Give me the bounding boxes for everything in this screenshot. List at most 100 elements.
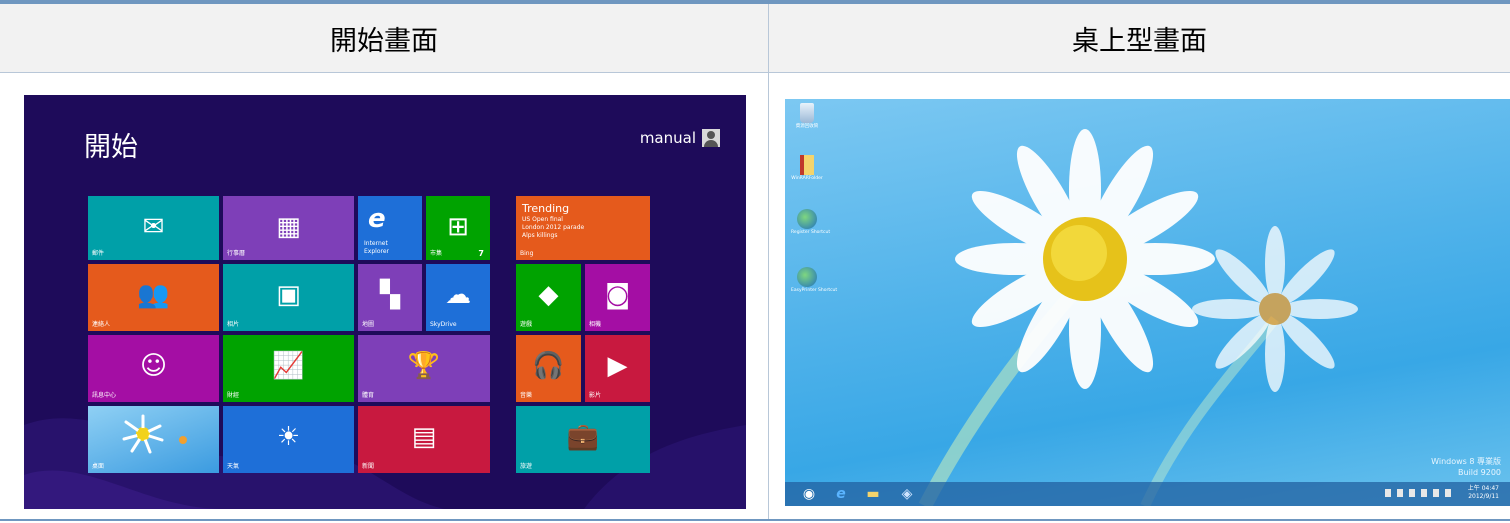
internet-explorer-icon[interactable]: e	[831, 485, 851, 503]
store-icon: ⊞	[447, 212, 469, 242]
video-play-icon: ▶	[607, 351, 628, 381]
tile-label: 桌面	[92, 463, 105, 470]
tile-photos[interactable]: ▣ 相片	[223, 264, 354, 331]
trending-line: Alps killings	[522, 232, 558, 239]
file-explorer-icon[interactable]: ▬	[863, 485, 883, 503]
watermark-build: Build 9200	[1458, 468, 1501, 477]
tile-label: Bing	[520, 250, 534, 257]
sun-icon: ☀	[276, 422, 301, 452]
tile-finance[interactable]: 📈 財經	[223, 335, 354, 402]
clock-time: 上午 04:47	[1467, 485, 1499, 492]
tile-sports[interactable]: 🏆 體育	[358, 335, 490, 402]
tile-label: 市集	[430, 250, 443, 257]
desktop-icon-recycle-bin[interactable]: 資源回收筒	[791, 103, 823, 129]
tile-label: 連絡人	[92, 321, 111, 328]
desktop-icon-label: Register Shortcut	[791, 230, 831, 235]
tile-music[interactable]: 🎧 音樂	[516, 335, 581, 402]
tile-desktop[interactable]: 桌面	[88, 406, 219, 473]
tile-label: 天氣	[227, 463, 240, 470]
tile-mail[interactable]: ✉ 郵件	[88, 196, 219, 260]
trending-line: London 2012 parade	[522, 224, 585, 231]
comparison-table: 開始畫面 桌上型畫面 開始 manual ✉ 郵件 ▦ 行事曆 e Intern…	[0, 0, 1510, 523]
app-icon[interactable]: ◈	[897, 485, 917, 503]
cloud-icon: ☁	[445, 280, 471, 310]
column-divider	[768, 4, 769, 519]
desktop-icon-winrar-folder[interactable]: WinRARFolder	[791, 155, 823, 181]
start-orb-icon[interactable]: ◉	[799, 485, 819, 503]
maps-icon: ▚	[380, 280, 400, 310]
tile-label: 訊息中心	[92, 392, 117, 399]
tile-label: 相機	[589, 321, 602, 328]
tile-maps[interactable]: ▚ 地圖	[358, 264, 422, 331]
desktop-icon-easyprinter-shortcut[interactable]: EasyPrinter Shortcut	[791, 267, 838, 293]
table-bottom-rule	[0, 519, 1510, 521]
tile-games[interactable]: ◆ 遊戲	[516, 264, 581, 331]
tile-label: 地圖	[362, 321, 375, 328]
headphones-icon: 🎧	[532, 351, 565, 381]
tile-store[interactable]: ⊞ 市集 7	[426, 196, 490, 260]
tile-travel[interactable]: 💼 旅遊	[516, 406, 650, 473]
desktop-icon-label: WinRARFolder	[791, 176, 823, 181]
suitcase-icon: 💼	[566, 422, 600, 452]
user-account[interactable]: manual	[640, 129, 720, 147]
tile-camera[interactable]: ◙ 相機	[585, 264, 650, 331]
header-start-screen: 開始畫面	[0, 4, 768, 72]
tile-skydrive[interactable]: ☁ SkyDrive	[426, 264, 490, 331]
recycle-bin-icon	[800, 103, 814, 123]
people-icon: 👥	[137, 280, 170, 310]
trending-line: US Open final	[522, 216, 563, 223]
start-screen-screenshot: 開始 manual ✉ 郵件 ▦ 行事曆 e Internet Explorer …	[24, 95, 746, 509]
network-icon[interactable]	[1397, 489, 1403, 497]
clock-date: 2012/9/11	[1468, 493, 1499, 500]
desktop-icon-label: EasyPrinter Shortcut	[791, 288, 838, 293]
newspaper-icon: ▤	[411, 422, 437, 452]
tile-trending[interactable]: Trending US Open final London 2012 parad…	[516, 196, 650, 260]
power-icon[interactable]	[1433, 489, 1439, 497]
desktop-icon-register-shortcut[interactable]: Register Shortcut	[791, 209, 831, 235]
user-avatar-icon	[702, 129, 720, 147]
windows-watermark: Windows 8 專業版 Build 9200	[1431, 456, 1501, 478]
tile-label: 旅遊	[520, 463, 533, 470]
tile-messaging[interactable]: ☺ 訊息中心	[88, 335, 219, 402]
desktop-screenshot: 資源回收筒 WinRARFolder Register Shortcut Eas…	[785, 99, 1510, 506]
tile-people[interactable]: 👥 連絡人	[88, 264, 219, 331]
calendar-icon: ▦	[276, 212, 301, 242]
desktop-thumbnail-icon	[122, 414, 187, 454]
camera-icon: ◙	[604, 280, 631, 310]
tile-label: 遊戲	[520, 321, 533, 328]
finance-chart-icon: 📈	[272, 351, 305, 381]
tile-video[interactable]: ▶ 影片	[585, 335, 650, 402]
trophy-icon: 🏆	[407, 351, 441, 381]
taskbar: ◉ e ▬ ◈ 上午 04:47 2012/9/11	[785, 482, 1510, 506]
trending-heading: Trending	[522, 202, 570, 215]
header-divider	[0, 72, 1510, 73]
globe-icon	[797, 209, 817, 229]
start-title: 開始	[84, 132, 138, 163]
globe-icon	[797, 267, 817, 287]
tile-label: SkyDrive	[430, 321, 457, 328]
tile-calendar[interactable]: ▦ 行事曆	[223, 196, 354, 260]
flag-icon[interactable]	[1421, 489, 1427, 497]
tray-arrow-icon[interactable]	[1385, 489, 1391, 497]
tile-label: 郵件	[92, 250, 105, 257]
tile-label: 相片	[227, 321, 240, 328]
messaging-icon: ☺	[139, 351, 168, 381]
taskbar-clock[interactable]: 上午 04:47 2012/9/11	[1468, 485, 1499, 501]
internet-explorer-icon: e	[368, 204, 386, 234]
tile-label: 行事曆	[227, 250, 246, 257]
volume-icon[interactable]	[1409, 489, 1415, 497]
tile-news[interactable]: ▤ 新聞	[358, 406, 490, 473]
daisy-wallpaper	[918, 129, 1358, 506]
header-desktop: 桌上型畫面	[769, 4, 1510, 72]
watermark-edition: Windows 8 專業版	[1431, 457, 1501, 466]
keyboard-icon[interactable]	[1445, 489, 1451, 497]
user-name: manual	[639, 129, 696, 147]
tile-weather[interactable]: ☀ 天氣	[223, 406, 354, 473]
tile-label: 新聞	[362, 463, 375, 470]
tile-label: 音樂	[520, 392, 533, 399]
tile-internet-explorer[interactable]: e Internet Explorer	[358, 196, 422, 260]
system-tray	[1385, 489, 1451, 497]
desktop-icon-label: 資源回收筒	[795, 124, 819, 129]
tile-label: 財經	[227, 392, 240, 399]
store-update-count: 7	[478, 249, 484, 258]
